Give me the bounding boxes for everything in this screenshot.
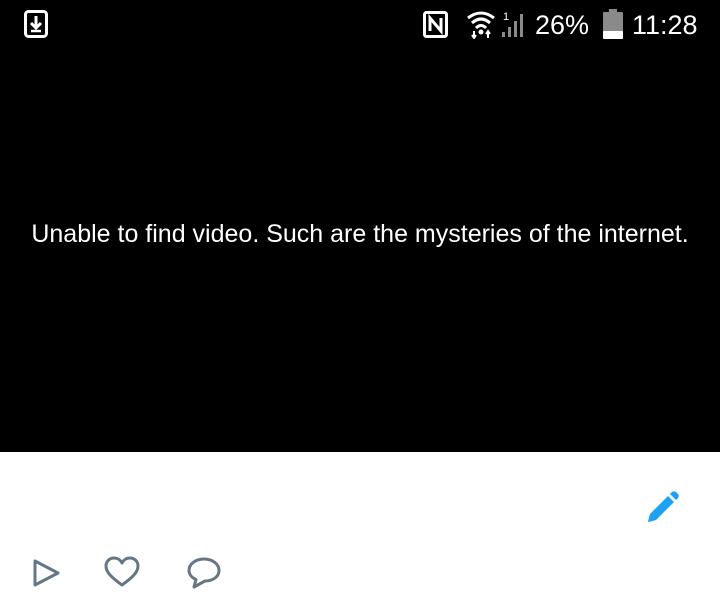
video-error-message: Unable to find video. Such are the myste… bbox=[31, 220, 689, 248]
battery-icon bbox=[603, 9, 623, 39]
status-bar: 1 26% 11:28 bbox=[0, 0, 720, 50]
comment-icon[interactable] bbox=[185, 554, 223, 592]
heart-icon[interactable] bbox=[103, 554, 141, 592]
battery-percentage: 26% bbox=[535, 10, 590, 40]
svg-text:1: 1 bbox=[503, 11, 509, 23]
download-icon bbox=[24, 10, 48, 38]
nfc-icon bbox=[423, 11, 448, 38]
screen: Unable to find video. Such are the myste… bbox=[0, 0, 720, 605]
wifi-icon bbox=[467, 11, 495, 39]
signal-icon: 1 bbox=[502, 11, 523, 37]
edit-icon[interactable] bbox=[644, 490, 680, 526]
status-time: 11:28 bbox=[632, 10, 698, 40]
play-icon[interactable] bbox=[28, 554, 66, 592]
video-player[interactable]: Unable to find video. Such are the myste… bbox=[0, 0, 720, 452]
